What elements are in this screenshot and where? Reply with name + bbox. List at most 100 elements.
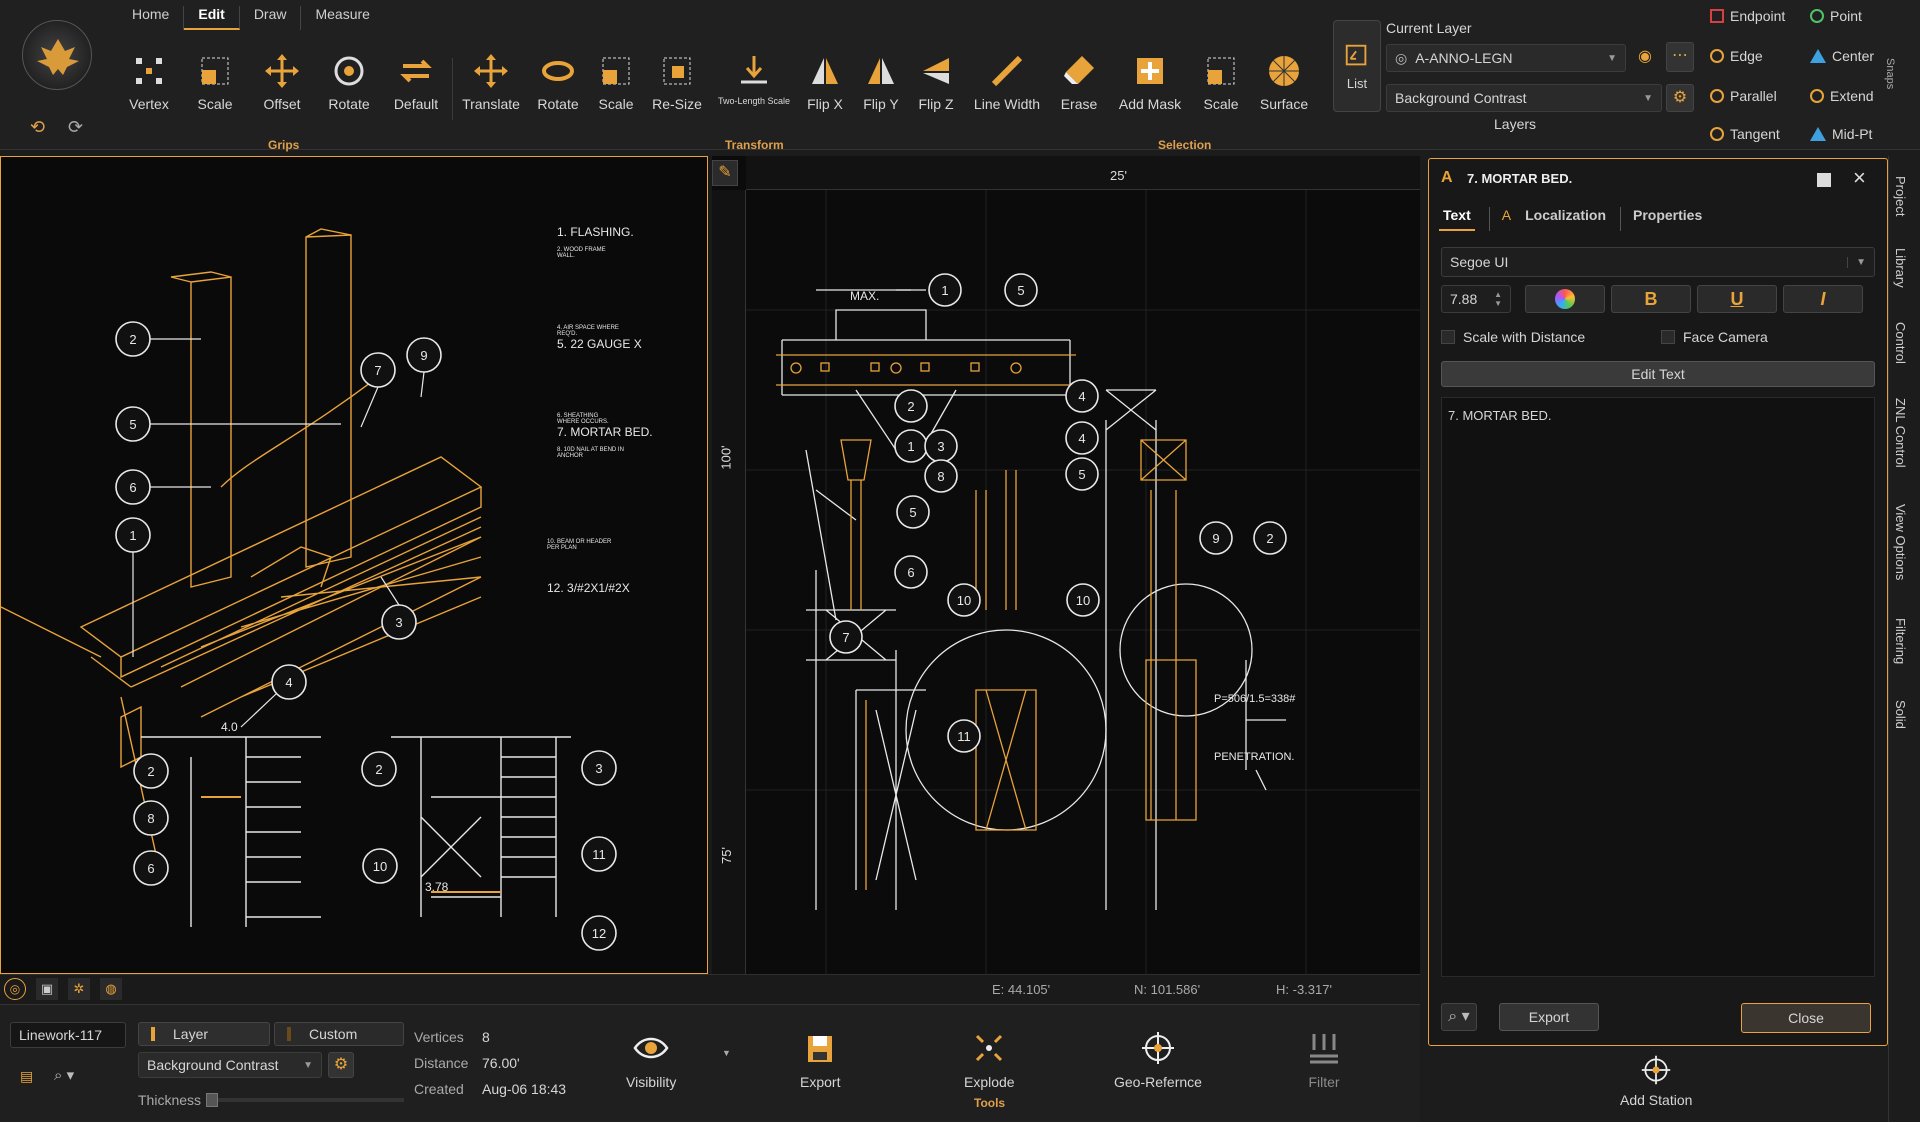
selection-scale-button[interactable]: Scale [1190, 52, 1252, 114]
bold-button[interactable]: B [1611, 285, 1691, 313]
tab-measure[interactable]: Measure [301, 6, 383, 30]
right-drawing-view[interactable]: ✎ 25' 100' 75' 1 5 2 1 3 8 4 4 5 5 6 7 1… [712, 156, 1420, 974]
object-name-field[interactable]: Linework-117 [10, 1022, 126, 1048]
snap-center[interactable]: Center [1810, 48, 1874, 64]
redo-button[interactable]: ⟳ [68, 117, 83, 138]
vertex-button[interactable]: Vertex [118, 52, 180, 114]
tab-text[interactable]: Text [1439, 207, 1475, 231]
add-station-button[interactable]: Add Station [1620, 1054, 1692, 1108]
flip-y-button[interactable]: Flip Y [850, 52, 912, 114]
edit-text-button[interactable]: Edit Text [1441, 361, 1875, 387]
pencil-tool-button[interactable]: ✎ [712, 160, 738, 186]
list-button[interactable]: List [1333, 20, 1381, 112]
grip-rotate-button[interactable]: Rotate [318, 52, 380, 114]
side-tab-view-options[interactable]: View Options [1893, 504, 1908, 580]
side-tab-library[interactable]: Library [1893, 248, 1908, 288]
tab-edit[interactable]: Edit [184, 6, 240, 30]
maximize-icon[interactable] [1817, 173, 1831, 187]
close-icon[interactable]: × [1853, 165, 1866, 191]
layer-style-options-button[interactable]: ⚙ [1666, 84, 1694, 112]
visibility-dropdown-icon[interactable]: ▼ [722, 1048, 731, 1058]
panel-title: 7. MORTAR BED. [1467, 171, 1573, 186]
surface-button[interactable]: Surface [1253, 52, 1315, 114]
side-tab-control[interactable]: Control [1893, 322, 1908, 364]
point-icon [1810, 9, 1824, 23]
transform-rotate-button[interactable]: Rotate [527, 52, 589, 114]
side-tab-filtering[interactable]: Filtering [1893, 618, 1908, 664]
thickness-slider[interactable] [206, 1093, 404, 1107]
globe-icon[interactable]: ◍ [100, 978, 122, 1000]
geo-reference-button[interactable]: Geo-Refernce [1114, 1030, 1202, 1090]
tab-localization[interactable]: Localization [1525, 207, 1606, 231]
geo-reference-label: Geo-Refernce [1114, 1074, 1202, 1090]
side-tab-znl-control[interactable]: ZNL Control [1893, 398, 1908, 468]
tab-properties[interactable]: Properties [1620, 207, 1702, 231]
resize-button[interactable]: Re-Size [646, 52, 708, 114]
italic-button[interactable]: I [1783, 285, 1863, 313]
flip-z-button[interactable]: Flip Z [905, 52, 967, 114]
snap-mid-pt-label: Mid-Pt [1832, 126, 1873, 142]
bottom-style-select[interactable]: Background Contrast ▼ [138, 1052, 322, 1078]
filter-button[interactable]: Filter [1306, 1030, 1342, 1090]
thickness-slider-handle[interactable] [206, 1093, 218, 1107]
side-tab-project[interactable]: Project [1893, 176, 1908, 216]
compass-icon[interactable]: ◎ [4, 978, 26, 1000]
distance-label: Distance [414, 1055, 469, 1071]
snap-edge[interactable]: Edge [1710, 48, 1763, 64]
bottom-export-button[interactable]: Export [800, 1030, 840, 1090]
scale-with-distance-checkbox[interactable]: Scale with Distance [1441, 329, 1585, 345]
left-bottom-details [141, 736, 571, 927]
svg-text:7: 7 [374, 363, 381, 378]
grip-rotate-label: Rotate [328, 96, 370, 112]
line-width-button[interactable]: Line Width [974, 52, 1040, 114]
close-panel-button[interactable]: Close [1741, 1003, 1871, 1033]
camera-icon[interactable]: ▣ [36, 978, 58, 1000]
layer-more-button[interactable]: ⋯ [1666, 42, 1694, 72]
layer-visibility-icon[interactable]: ◉ [1638, 46, 1652, 66]
zoom-button[interactable]: ⌕ ▾ [1441, 1003, 1477, 1031]
custom-toggle-button[interactable]: Custom [274, 1022, 404, 1046]
face-camera-checkbox[interactable]: Face Camera [1661, 329, 1768, 345]
export-text-button[interactable]: Export [1499, 1003, 1599, 1031]
bottom-style-options-button[interactable]: ⚙ [328, 1052, 354, 1078]
grip-scale-button[interactable]: Scale [184, 52, 246, 114]
settings-icon[interactable]: ✲ [68, 978, 90, 1000]
offset-button[interactable]: Offset [251, 52, 313, 114]
layer-toggle-button[interactable]: Layer [138, 1022, 270, 1046]
font-select[interactable]: Segoe UI ▼ [1441, 247, 1875, 277]
snap-parallel[interactable]: Parallel [1710, 88, 1777, 104]
snap-mid-pt[interactable]: Mid-Pt [1810, 126, 1872, 142]
add-mask-button[interactable]: Add Mask [1118, 52, 1182, 114]
transform-scale-label: Scale [598, 96, 634, 112]
tab-draw[interactable]: Draw [240, 6, 302, 30]
snap-tangent[interactable]: Tangent [1710, 126, 1780, 142]
erase-button[interactable]: Erase [1048, 52, 1110, 114]
tab-home[interactable]: Home [118, 6, 185, 30]
visibility-button[interactable]: Visibility [626, 1030, 676, 1090]
font-size-input[interactable]: 7.88 ▲ ▼ [1441, 285, 1511, 313]
layer-style-select[interactable]: Background Contrast ▼ [1386, 84, 1662, 112]
stepper-icon[interactable]: ▲ ▼ [1494, 290, 1502, 308]
undo-button[interactable]: ⟲ [30, 117, 45, 138]
snap-point[interactable]: Point [1810, 8, 1862, 24]
svg-text:3: 3 [937, 439, 944, 454]
default-button[interactable]: Default [385, 52, 447, 114]
snap-endpoint[interactable]: Endpoint [1710, 8, 1785, 24]
side-tab-solid[interactable]: Solid [1893, 700, 1908, 729]
color-button[interactable] [1525, 285, 1605, 313]
ruler-left-label-1: 100' [718, 445, 734, 470]
text-content-area[interactable]: 7. MORTAR BED. [1441, 397, 1875, 977]
translate-button[interactable]: Translate [460, 52, 522, 114]
two-length-scale-button[interactable]: Two-Length Scale [718, 52, 790, 114]
object-zoom-icon[interactable]: ⌕ ▾ [54, 1066, 74, 1084]
underline-button[interactable]: U [1697, 285, 1777, 313]
current-layer-select[interactable]: ◎ A-ANNO-LEGN ▼ [1386, 44, 1626, 72]
transform-scale-button[interactable]: Scale [585, 52, 647, 114]
formula-label: P=506/1.5=338# [1214, 693, 1296, 705]
object-list-icon[interactable]: ▤ [20, 1068, 33, 1085]
explode-button[interactable]: Explode [964, 1030, 1015, 1090]
localization-icon: A [1488, 207, 1511, 231]
snap-extend[interactable]: Extend [1810, 88, 1874, 104]
flip-x-button[interactable]: Flip X [794, 52, 856, 114]
left-drawing-view[interactable]: 2 5 6 1 7 9 3 4 2 8 6 2 10 3 11 12 4.0 3… [0, 156, 708, 974]
